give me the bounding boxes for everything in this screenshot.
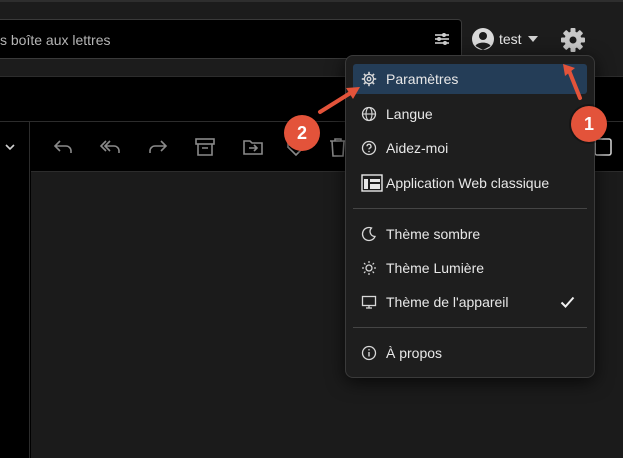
annotation-arrow-2 — [318, 87, 360, 114]
forward-icon[interactable] — [147, 136, 169, 158]
move-to-folder-icon[interactable] — [242, 136, 264, 158]
menu-item-label: Paramètres — [386, 71, 459, 87]
sun-icon — [362, 261, 376, 275]
archive-icon[interactable] — [194, 136, 216, 158]
menu-item-langue[interactable]: Langue — [353, 99, 587, 129]
menu-item-theme-appareil[interactable]: Thème de l'appareil — [353, 287, 587, 317]
avatar-icon — [472, 28, 494, 50]
menu-item-label: À propos — [386, 345, 443, 361]
folder-pane — [0, 122, 30, 458]
gear-icon[interactable] — [559, 26, 587, 54]
account-username: test — [499, 31, 522, 47]
search-input[interactable]: s boîte aux lettres — [0, 32, 111, 48]
menu-item-parametres[interactable]: Paramètres — [353, 64, 587, 94]
annotation-badge-1: 1 — [571, 106, 607, 142]
filter-icon[interactable] — [433, 30, 451, 48]
account-menu[interactable]: test — [471, 26, 540, 52]
menu-item-theme-lumiere[interactable]: Thème Lumière — [353, 253, 587, 283]
reply-icon[interactable] — [52, 136, 74, 158]
annotation-arrow-1 — [563, 64, 582, 100]
chevron-down-icon[interactable] — [3, 140, 17, 154]
reply-all-icon[interactable] — [99, 136, 121, 158]
caret-down-icon — [527, 36, 538, 42]
menu-item-label: Thème sombre — [386, 226, 481, 242]
info-icon — [361, 345, 377, 361]
monitor-icon — [361, 295, 377, 309]
help-circle-icon — [361, 140, 377, 156]
menu-item-a-propos[interactable]: À propos — [353, 338, 587, 368]
menu-item-label: Langue — [386, 106, 433, 122]
menu-item-label: Thème de l'appareil — [386, 294, 509, 310]
moon-icon — [361, 226, 376, 242]
classic-app-icon — [361, 174, 383, 192]
menu-separator — [353, 327, 587, 328]
menu-item-label: Application Web classique — [386, 175, 550, 191]
top-border — [0, 0, 623, 2]
menu-item-aidez-moi[interactable]: Aidez-moi — [353, 133, 587, 163]
menu-item-theme-sombre[interactable]: Thème sombre — [353, 219, 587, 249]
checkmark-icon — [560, 296, 575, 308]
menu-item-label: Thème Lumière — [386, 260, 485, 276]
search-bar[interactable]: s boîte aux lettres — [0, 19, 462, 59]
menu-item-classic-app[interactable]: Application Web classique — [353, 168, 587, 198]
menu-item-label: Aidez-moi — [386, 140, 449, 156]
annotation-badge-2: 2 — [284, 115, 320, 151]
menu-separator — [353, 208, 587, 209]
